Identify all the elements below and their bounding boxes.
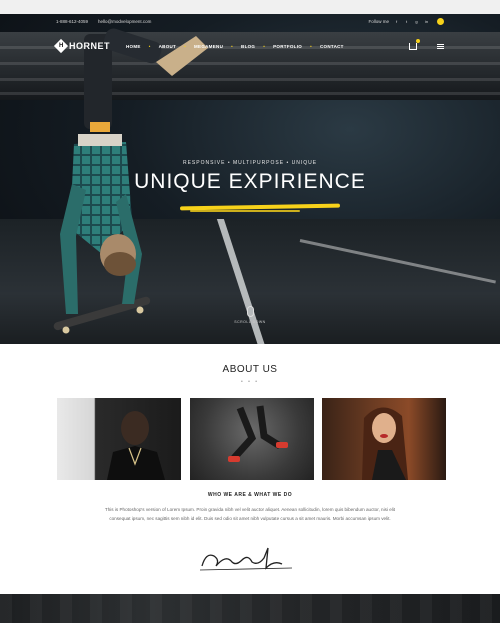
nav-right [409, 38, 444, 50]
email-address[interactable]: hello@modvelopment.com [98, 19, 151, 24]
about-section: ABOUT US • • • WHO WE ARE & WHAT WE DO T… [0, 344, 500, 594]
google-plus-icon[interactable]: g [414, 19, 419, 24]
team-photo-woman [322, 398, 446, 480]
mouse-icon [246, 306, 254, 317]
hero-tagline: RESPONSIVE • MULTIPURPOSE • UNIQUE [182, 160, 318, 166]
team-photo-man [57, 398, 181, 480]
team-photo-runner [190, 398, 314, 480]
signature-image [199, 547, 293, 571]
hero-section: 1-888-612-4059 hello@modvelopment.com Fo… [0, 14, 500, 344]
hero-headline: UNIQUE EXPIRIENCE [134, 170, 366, 193]
nav-separator: • [231, 43, 234, 49]
linkedin-icon[interactable]: in [424, 19, 429, 24]
hero-underline-2 [190, 210, 300, 212]
nav-item-megamenu[interactable]: MEGAMENU [194, 44, 223, 49]
nav-item-about[interactable]: ABOUT [159, 44, 177, 49]
nav-menu: HOME • ABOUT • MEGAMENU • BLOG • PORTFOLIO • … [126, 44, 344, 49]
about-title: ABOUT US [222, 364, 278, 375]
nav-separator: • [263, 43, 266, 49]
logo-mark: H [53, 38, 69, 54]
bottom-strip [0, 594, 500, 623]
top-bar-right: Follow me f t g in [368, 17, 444, 25]
top-bar: 1-888-612-4059 hello@modvelopment.com Fo… [0, 14, 500, 28]
about-subtitle: WHO WE ARE & WHAT WE DO [207, 492, 293, 498]
nav-separator: • [310, 43, 312, 49]
twitter-icon[interactable]: t [404, 19, 409, 24]
search-icon[interactable] [437, 17, 444, 25]
follow-label: Follow me [368, 18, 389, 24]
about-dots: • • • [240, 379, 260, 385]
logo-text: HORNET [69, 41, 110, 51]
main-nav: H HORNET HOME • ABOUT • MEGAMENU • BLOG • PO… [0, 38, 500, 54]
scroll-down-button[interactable]: SCROLL DOWN [232, 306, 268, 324]
facebook-icon[interactable]: f [394, 19, 399, 24]
nav-separator: • [184, 43, 186, 49]
cart-badge [416, 38, 420, 43]
nav-separator: • [148, 43, 151, 49]
logo[interactable]: H HORNET [53, 38, 110, 54]
nav-item-portfolio[interactable]: PORTFOLIO [273, 44, 302, 49]
phone-number[interactable]: 1-888-612-4059 [56, 19, 88, 24]
about-body-text: This is Photoshop's version of Lorem Ips… [104, 507, 396, 521]
nav-item-home[interactable]: HOME [126, 44, 141, 49]
page-frame: 1-888-612-4059 hello@modvelopment.com Fo… [0, 14, 500, 623]
nav-item-contact[interactable]: CONTACT [320, 44, 344, 49]
scroll-label: SCROLL DOWN [234, 320, 266, 324]
hamburger-menu-icon[interactable] [437, 43, 444, 49]
cart-icon[interactable] [409, 38, 420, 50]
nav-item-blog[interactable]: BLOG [241, 44, 255, 49]
